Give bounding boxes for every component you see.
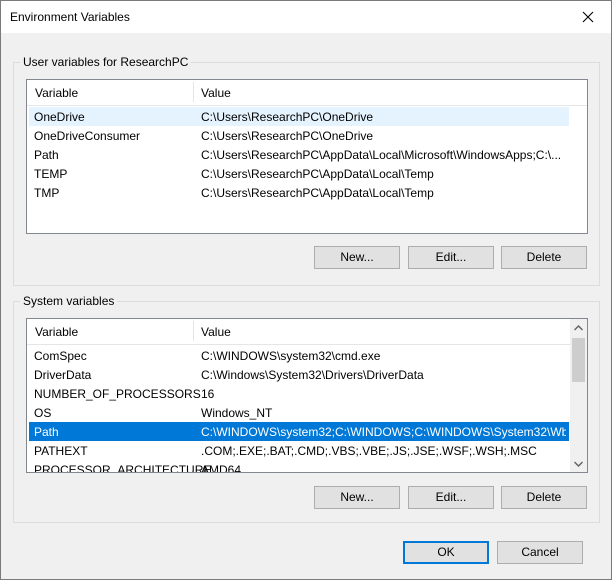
variable-name: OneDrive — [34, 110, 85, 124]
list-item[interactable]: PATHEXT .COM;.EXE;.BAT;.CMD;.VBS;.VBE;.J… — [29, 441, 569, 460]
variable-value: C:\WINDOWS\system32;C:\WINDOWS;C:\WINDOW… — [201, 425, 566, 439]
scroll-down-button[interactable] — [570, 455, 587, 472]
list-item-selected[interactable]: Path C:\WINDOWS\system32;C:\WINDOWS;C:\W… — [29, 422, 569, 441]
variable-name: OneDriveConsumer — [34, 129, 141, 143]
variable-value: C:\WINDOWS\system32\cmd.exe — [201, 349, 381, 363]
user-new-button[interactable]: New... — [314, 246, 400, 269]
list-item[interactable]: Path C:\Users\ResearchPC\AppData\Local\M… — [29, 145, 569, 164]
variable-name: ComSpec — [34, 349, 87, 363]
variable-name: Path — [34, 425, 59, 439]
window-title: Environment Variables — [10, 10, 130, 24]
chevron-down-icon — [574, 461, 583, 467]
system-edit-button[interactable]: Edit... — [408, 486, 494, 509]
column-header-value[interactable]: Value — [201, 325, 231, 339]
variable-value: C:\Users\ResearchPC\OneDrive — [201, 110, 374, 124]
close-button[interactable] — [565, 1, 611, 33]
variable-name: OS — [34, 406, 52, 420]
variable-name: PATHEXT — [34, 444, 88, 458]
scrollbar-thumb[interactable] — [572, 338, 585, 382]
system-new-button[interactable]: New... — [314, 486, 400, 509]
column-separator[interactable] — [193, 82, 194, 102]
list-item[interactable]: OneDriveConsumer C:\Users\ResearchPC\One… — [29, 126, 569, 145]
system-variables-list[interactable]: Variable Value ComSpec C:\WINDOWS\system… — [26, 318, 588, 473]
system-delete-button[interactable]: Delete — [501, 486, 587, 509]
variable-value: C:\Windows\System32\Drivers\DriverData — [201, 368, 424, 382]
variable-name: Path — [34, 148, 59, 162]
variable-value: C:\Users\ResearchPC\AppData\Local\Temp — [201, 167, 434, 181]
list-item[interactable]: ComSpec C:\WINDOWS\system32\cmd.exe — [29, 346, 569, 365]
list-item[interactable]: TMP C:\Users\ResearchPC\AppData\Local\Te… — [29, 183, 569, 202]
variable-name: TMP — [34, 186, 60, 200]
variable-value: AMD64 — [201, 463, 242, 473]
chevron-up-icon — [574, 324, 583, 330]
variable-name: TEMP — [34, 167, 68, 181]
scroll-up-button[interactable] — [570, 319, 587, 336]
list-item[interactable]: OS Windows_NT — [29, 403, 569, 422]
user-delete-button[interactable]: Delete — [501, 246, 587, 269]
cancel-button[interactable]: Cancel — [497, 541, 583, 564]
list-item[interactable]: NUMBER_OF_PROCESSORS 16 — [29, 384, 569, 403]
column-separator[interactable] — [193, 321, 194, 341]
user-edit-button[interactable]: Edit... — [408, 246, 494, 269]
variable-value: C:\Users\ResearchPC\OneDrive — [201, 129, 374, 143]
variable-value: 16 — [201, 387, 215, 401]
list-item[interactable]: TEMP C:\Users\ResearchPC\AppData\Local\T… — [29, 164, 569, 183]
list-item[interactable]: DriverData C:\Windows\System32\Drivers\D… — [29, 365, 569, 384]
list-item[interactable]: OneDrive C:\Users\ResearchPC\OneDrive — [29, 107, 569, 126]
variable-value: Windows_NT — [201, 406, 273, 420]
variable-name: DriverData — [34, 368, 92, 382]
user-variables-list[interactable]: Variable Value OneDrive C:\Users\Researc… — [26, 79, 588, 234]
variable-value: C:\Users\ResearchPC\AppData\Local\Micros… — [201, 148, 562, 162]
column-header-value[interactable]: Value — [201, 86, 231, 100]
close-icon — [582, 11, 594, 23]
title-bar: Environment Variables — [1, 1, 611, 33]
variable-value: C:\Users\ResearchPC\AppData\Local\Temp — [201, 186, 434, 200]
vertical-scrollbar[interactable] — [570, 319, 587, 472]
column-header-variable[interactable]: Variable — [35, 86, 78, 100]
list-header: Variable Value — [27, 80, 587, 106]
system-variables-label: System variables — [20, 294, 118, 308]
ok-button[interactable]: OK — [403, 541, 489, 564]
user-variables-label: User variables for ResearchPC — [20, 55, 192, 69]
list-item[interactable]: PROCESSOR_ARCHITECTURE AMD64 — [29, 460, 569, 473]
list-header: Variable Value — [27, 319, 587, 345]
variable-name: PROCESSOR_ARCHITECTURE — [34, 463, 212, 473]
variable-value: .COM;.EXE;.BAT;.CMD;.VBS;.VBE;.JS;.JSE;.… — [201, 444, 537, 458]
variable-name: NUMBER_OF_PROCESSORS — [34, 387, 201, 401]
environment-variables-dialog: Environment Variables User variables for… — [0, 0, 612, 580]
column-header-variable[interactable]: Variable — [35, 325, 78, 339]
